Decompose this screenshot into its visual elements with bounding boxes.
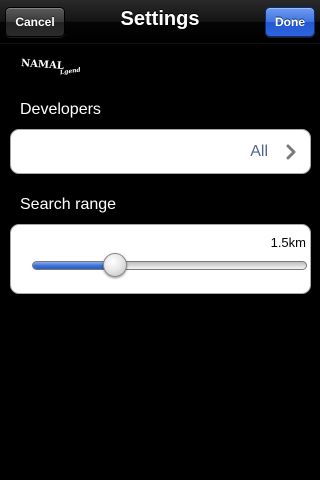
namal-logo: NAMAL Lgend (21, 58, 82, 77)
search-range-section-label: Search range (20, 196, 117, 213)
chevron-right-icon (286, 144, 296, 160)
search-range-slider-track[interactable] (32, 261, 307, 270)
developers-value: All (250, 143, 268, 160)
developers-section-label: Developers (20, 101, 101, 118)
done-button[interactable]: Done (265, 7, 315, 37)
navigation-bar: Cancel Settings Done (0, 0, 320, 44)
developers-cell[interactable]: All (10, 129, 311, 174)
search-range-slider-thumb[interactable] (102, 253, 127, 277)
settings-screen: Cancel Settings Done NAMAL Lgend Develop… (0, 0, 320, 480)
search-range-cell: 1.5km (10, 224, 311, 294)
search-range-value: 1.5km (270, 235, 306, 250)
svg-text:NAMAL: NAMAL (21, 58, 64, 72)
